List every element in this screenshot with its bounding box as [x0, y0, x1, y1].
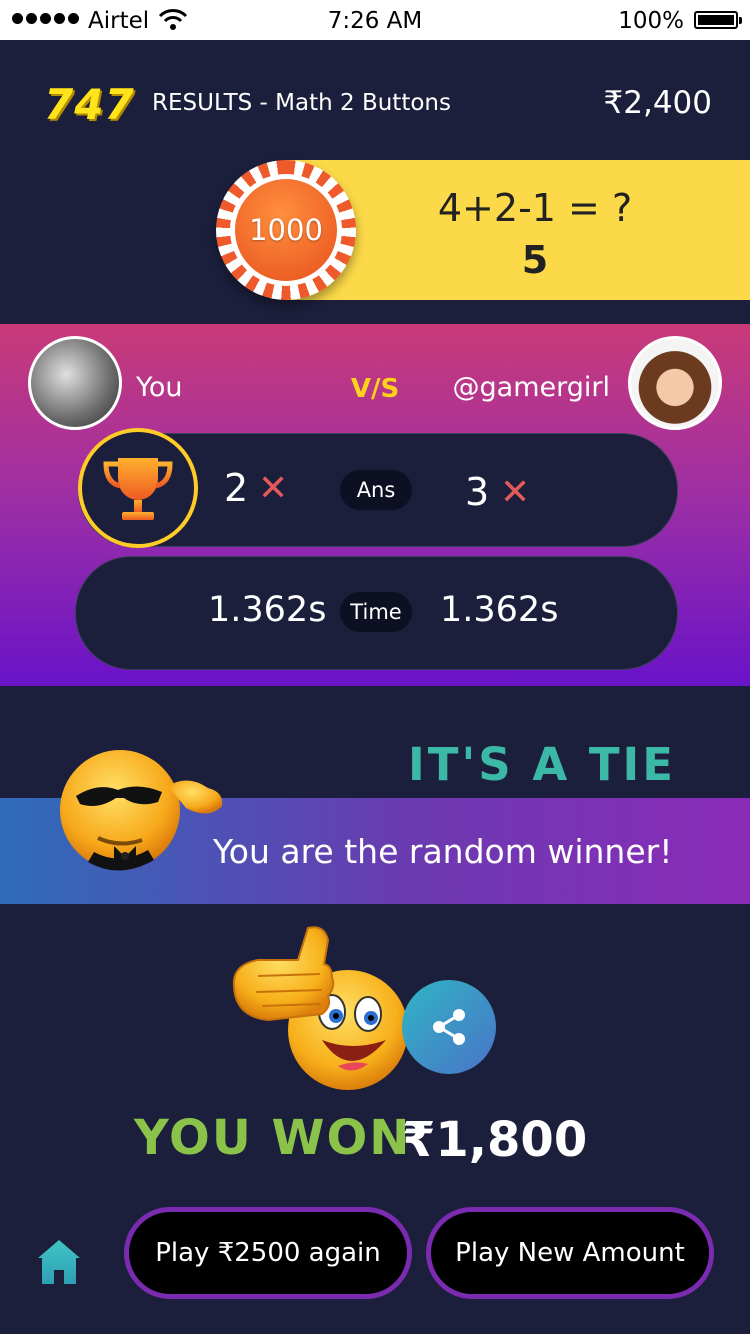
answers-label: Ans [340, 470, 412, 510]
correct-answer: 5 [521, 238, 549, 282]
thumbs-up-emoji-icon [228, 920, 418, 1095]
trophy-badge [78, 428, 198, 548]
wallet-balance: ₹2,400 [603, 85, 712, 121]
player-wrong-icon: ✕ [258, 468, 289, 509]
play-again-button[interactable]: Play ₹2500 again [124, 1207, 412, 1299]
opponent-time: 1.362s [440, 590, 559, 630]
time-label: Time [340, 592, 412, 632]
share-icon [433, 1009, 465, 1045]
opponent-answer-count: 3 [465, 470, 490, 514]
question-text: 4+2-1 = ? [437, 186, 633, 230]
app-logo[interactable]: 747 [44, 80, 135, 129]
battery-percentage: 100% [618, 8, 684, 34]
home-icon[interactable] [36, 1238, 82, 1286]
play-new-amount-button[interactable]: Play New Amount [426, 1207, 714, 1299]
cool-emoji-icon [58, 746, 223, 874]
player-answer-count: 2 [224, 466, 249, 510]
share-button[interactable] [402, 980, 496, 1074]
trophy-icon [103, 458, 173, 520]
player-time: 1.362s [208, 590, 327, 630]
bet-chip-value: 1000 [249, 213, 323, 247]
opponent-name: @gamergirl [452, 372, 610, 403]
page-title: RESULTS - Math 2 Buttons [152, 90, 451, 116]
tie-title: IT'S A TIE [408, 738, 676, 791]
status-bar: Airtel 7:26 AM 100% [0, 0, 750, 40]
battery-icon [694, 11, 742, 29]
won-amount: ₹1,800 [402, 1112, 588, 1168]
bet-chip: 1000 [216, 160, 356, 300]
opponent-avatar[interactable] [628, 336, 722, 430]
won-label: YOU WON [134, 1110, 412, 1166]
opponent-wrong-icon: ✕ [500, 472, 531, 513]
winner-message: You are the random winner! [213, 832, 673, 871]
